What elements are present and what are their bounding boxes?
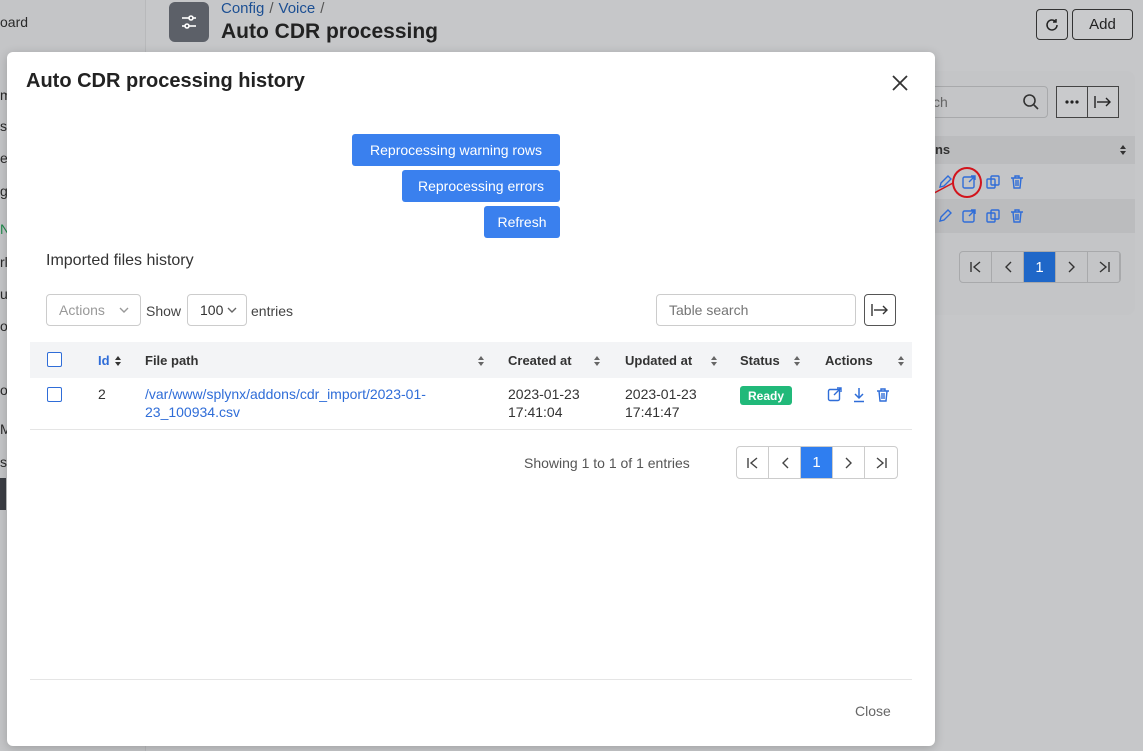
sort-icon[interactable] bbox=[1119, 143, 1127, 161]
next-page-button[interactable] bbox=[833, 447, 865, 478]
background-pagination: 1 bbox=[959, 251, 1121, 283]
entries-value: 100 bbox=[200, 302, 224, 318]
column-header-updated-at[interactable]: Updated at bbox=[625, 342, 692, 378]
breadcrumb: Config / Voice / bbox=[221, 0, 329, 17]
table-export-button[interactable] bbox=[864, 294, 896, 326]
chevron-left-icon bbox=[781, 457, 788, 468]
export-arrow-icon bbox=[1094, 96, 1111, 108]
sidebar-item[interactable]: oard bbox=[0, 14, 28, 30]
section-title: Imported files history bbox=[46, 252, 194, 269]
first-page-icon bbox=[969, 261, 980, 273]
prev-page-button[interactable] bbox=[992, 252, 1024, 282]
modal-close-button[interactable] bbox=[887, 70, 913, 96]
trash-icon[interactable] bbox=[1009, 174, 1025, 190]
page-button[interactable]: 1 bbox=[801, 447, 833, 478]
sidebar-active-indicator bbox=[0, 478, 6, 510]
more-dots-icon bbox=[1065, 100, 1079, 104]
breadcrumb-separator: / bbox=[269, 0, 274, 17]
bulk-actions-select[interactable]: Actions bbox=[46, 294, 141, 326]
select-all-checkbox[interactable] bbox=[47, 352, 62, 367]
first-page-button[interactable] bbox=[737, 447, 769, 478]
cell-id: 2 bbox=[98, 386, 106, 402]
cell-updated-at: 2023-01-23 17:41:47 bbox=[625, 385, 697, 421]
chevron-right-icon bbox=[1068, 261, 1075, 273]
cell-created-at: 2023-01-23 17:41:04 bbox=[508, 385, 580, 421]
sidebar-item[interactable]: s bbox=[0, 454, 7, 470]
more-options-button[interactable] bbox=[1056, 86, 1088, 118]
modal-footer-divider bbox=[30, 679, 912, 680]
chevron-down-icon bbox=[227, 307, 237, 313]
updated-date: 2023-01-23 bbox=[625, 386, 697, 402]
copy-icon[interactable] bbox=[985, 208, 1001, 224]
reprocess-errors-button[interactable]: Reprocessing errors bbox=[402, 170, 560, 202]
refresh-button[interactable]: Refresh bbox=[484, 206, 560, 238]
last-page-icon bbox=[1099, 261, 1110, 273]
sort-icon[interactable] bbox=[114, 355, 122, 367]
first-page-button[interactable] bbox=[960, 252, 992, 282]
sort-icon[interactable] bbox=[897, 355, 905, 367]
breadcrumb-config[interactable]: Config bbox=[221, 0, 264, 17]
open-external-icon[interactable] bbox=[961, 208, 977, 224]
file-path-line: 23_100934.csv bbox=[145, 404, 240, 420]
history-modal: Auto CDR processing history Reprocessing… bbox=[7, 52, 935, 746]
breadcrumb-separator: / bbox=[320, 0, 325, 17]
open-external-icon[interactable] bbox=[827, 387, 843, 403]
sort-icon[interactable] bbox=[710, 355, 718, 367]
settings-sliders-icon bbox=[169, 2, 209, 42]
breadcrumb-voice[interactable]: Voice bbox=[279, 0, 316, 17]
entries-label: entries bbox=[251, 303, 294, 319]
sort-icon[interactable] bbox=[593, 355, 601, 367]
last-page-button[interactable] bbox=[865, 447, 897, 478]
refresh-icon bbox=[1046, 18, 1058, 31]
sort-icon[interactable] bbox=[793, 355, 801, 367]
first-page-icon bbox=[746, 456, 757, 469]
next-page-button[interactable] bbox=[1056, 252, 1088, 282]
pagination: 1 bbox=[736, 446, 898, 479]
close-button[interactable]: Close bbox=[855, 703, 891, 719]
chevron-left-icon bbox=[1004, 261, 1011, 273]
column-header-file-path[interactable]: File path bbox=[145, 342, 198, 378]
chevron-right-icon bbox=[845, 457, 852, 468]
chevron-down-icon bbox=[119, 307, 129, 313]
last-page-icon bbox=[876, 456, 887, 469]
refresh-page-button[interactable] bbox=[1036, 9, 1068, 40]
column-header-id[interactable]: Id bbox=[98, 342, 110, 378]
column-header-created-at[interactable]: Created at bbox=[508, 342, 572, 378]
file-path-line: /var/www/splynx/addons/cdr_import/2023-0… bbox=[145, 386, 426, 402]
column-header-status[interactable]: Status bbox=[740, 342, 780, 378]
cell-file-path-link[interactable]: /var/www/splynx/addons/cdr_import/2023-0… bbox=[145, 385, 426, 421]
sidebar-item[interactable]: s bbox=[0, 118, 7, 134]
background-actions-header: ons bbox=[915, 136, 1135, 164]
copy-icon[interactable] bbox=[985, 174, 1001, 190]
reprocess-warning-rows-button[interactable]: Reprocessing warning rows bbox=[352, 134, 560, 166]
page-button[interactable]: 1 bbox=[1024, 252, 1056, 282]
table-search-input[interactable] bbox=[656, 294, 856, 326]
search-icon bbox=[1022, 93, 1040, 116]
close-icon bbox=[892, 75, 908, 91]
add-button[interactable]: Add bbox=[1072, 9, 1133, 40]
show-label: Show bbox=[146, 303, 182, 319]
history-table: Id File path Created at Updated at Statu… bbox=[30, 342, 912, 430]
column-header-actions: Actions bbox=[825, 352, 873, 368]
export-button[interactable] bbox=[1087, 86, 1119, 118]
row-checkbox[interactable] bbox=[47, 387, 62, 402]
last-page-button[interactable] bbox=[1088, 252, 1120, 282]
entries-per-page-select[interactable]: 100 bbox=[187, 294, 247, 326]
bulk-actions-placeholder: Actions bbox=[59, 302, 105, 318]
table-row: 2 /var/www/splynx/addons/cdr_import/2023… bbox=[30, 378, 912, 430]
modal-title: Auto CDR processing history bbox=[26, 70, 305, 92]
page-title: Auto CDR processing bbox=[221, 20, 439, 43]
pagination-summary: Showing 1 to 1 of 1 entries bbox=[524, 455, 690, 471]
trash-icon[interactable] bbox=[875, 387, 891, 403]
trash-icon[interactable] bbox=[1009, 208, 1025, 224]
table-header: Id File path Created at Updated at Statu… bbox=[30, 342, 912, 378]
created-date: 2023-01-23 bbox=[508, 386, 580, 402]
updated-time: 17:41:47 bbox=[625, 404, 680, 420]
export-arrow-icon bbox=[871, 304, 888, 316]
download-icon[interactable] bbox=[851, 387, 867, 403]
status-badge: Ready bbox=[740, 386, 793, 405]
prev-page-button[interactable] bbox=[769, 447, 801, 478]
created-time: 17:41:04 bbox=[508, 404, 563, 420]
sort-icon[interactable] bbox=[477, 355, 485, 367]
